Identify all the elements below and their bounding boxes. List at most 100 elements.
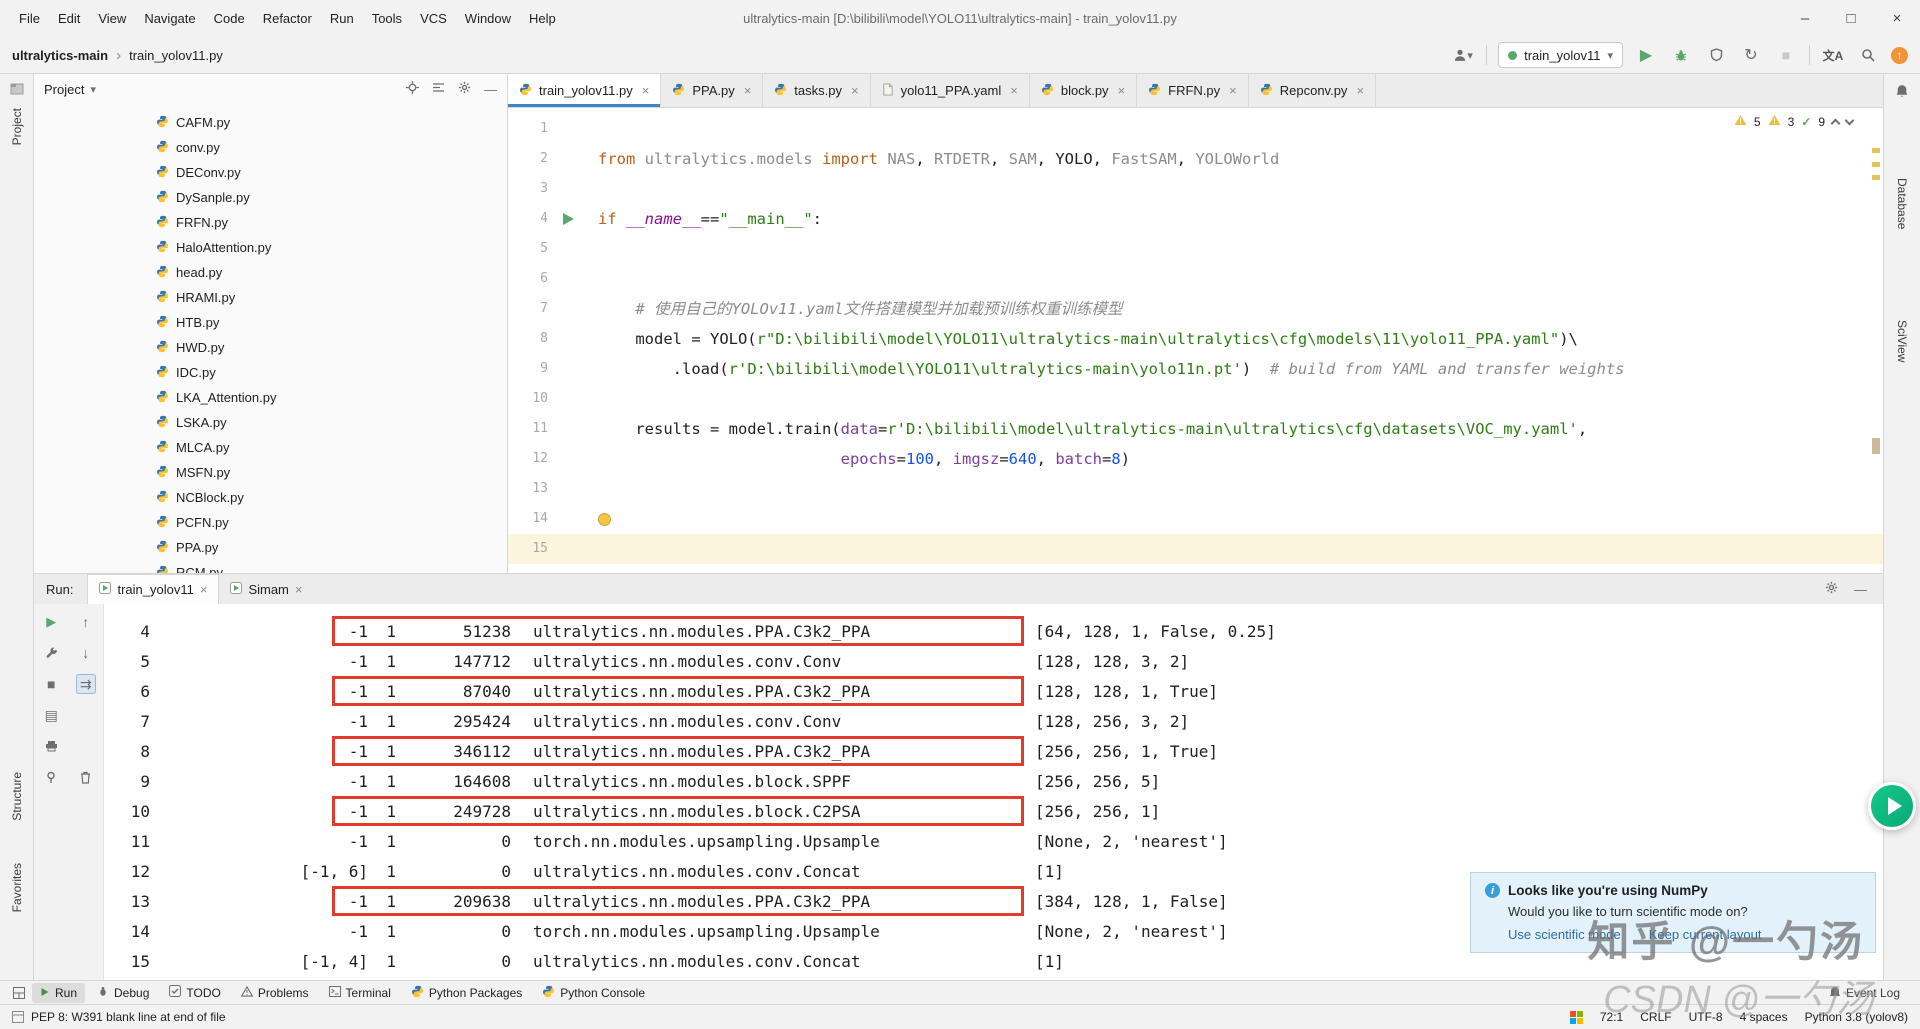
code-line-12[interactable]: 12 epochs=100, imgsz=640, batch=8) <box>508 444 1883 474</box>
tree-item-ncblock-py[interactable]: NCBlock.py <box>34 485 507 510</box>
settings-icon[interactable] <box>458 81 471 97</box>
statusbar-toolwindow-icon[interactable] <box>12 1011 24 1023</box>
tree-item-htb-py[interactable]: HTB.py <box>34 310 507 335</box>
code-line-2[interactable]: 2 from ultralytics.models import NAS, RTD… <box>508 144 1883 174</box>
code-line-4[interactable]: 4 if __name__=="__main__": <box>508 204 1883 234</box>
toolwindow-button-todo[interactable]: TODO <box>161 983 228 1003</box>
code-line-6[interactable]: 6 <box>508 264 1883 294</box>
restore-layout-icon[interactable]: ▤ <box>41 705 61 725</box>
run-settings-icon[interactable] <box>1825 581 1838 597</box>
tree-item-head-py[interactable]: head.py <box>34 260 507 285</box>
stripe-warning-mark[interactable] <box>1872 175 1880 180</box>
error-stripe[interactable] <box>1869 108 1883 573</box>
pin-tab-icon[interactable] <box>41 767 61 787</box>
rerun-button[interactable]: ▶ <box>41 612 61 632</box>
tree-item-rcm-py[interactable]: RCM.py <box>34 560 507 573</box>
print-icon[interactable] <box>41 736 61 756</box>
rerun-icon[interactable]: ↻ <box>1739 43 1763 67</box>
run-tab-simam[interactable]: Simam × <box>219 574 313 604</box>
tab-train_yolov11-py[interactable]: train_yolov11.py × <box>508 74 662 107</box>
settings-icon[interactable] <box>41 643 61 663</box>
sidebar-item-favorites[interactable]: Favorites <box>10 863 24 912</box>
sidebar-item-project[interactable]: Project <box>10 108 24 145</box>
tree-item-frfn-py[interactable]: FRFN.py <box>34 210 507 235</box>
locate-file-icon[interactable] <box>406 81 419 97</box>
project-toolwindow-icon[interactable] <box>10 82 24 99</box>
next-occurrence-icon[interactable]: ↓ <box>76 643 96 663</box>
notifications-bell-icon[interactable] <box>1896 84 1909 101</box>
code-line-15[interactable]: 15 <box>508 534 1883 564</box>
toolwindow-button-python-console[interactable]: Python Console <box>534 983 653 1003</box>
tree-item-deconv-py[interactable]: DEConv.py <box>34 160 507 185</box>
menu-window[interactable]: Window <box>456 0 520 37</box>
code-line-10[interactable]: 10 <box>508 384 1883 414</box>
sidebar-item-database[interactable]: Database <box>1895 178 1909 229</box>
toolwindow-button-problems[interactable]: Problems <box>233 983 317 1003</box>
inspections-widget[interactable]: 5 3 ✓ 9 <box>1729 113 1857 130</box>
run-tab-train_yolov11[interactable]: train_yolov11 × <box>87 574 220 604</box>
close-tab-icon[interactable]: × <box>744 83 752 98</box>
project-panel-title[interactable]: Project <box>44 82 84 97</box>
stripe-warning-mark[interactable] <box>1872 148 1880 153</box>
tree-item-haloattention-py[interactable]: HaloAttention.py <box>34 235 507 260</box>
tree-item-pcfn-py[interactable]: PCFN.py <box>34 510 507 535</box>
close-tab-icon[interactable]: × <box>1118 83 1126 98</box>
close-tab-icon[interactable]: × <box>851 83 859 98</box>
tree-item-cafm-py[interactable]: CAFM.py <box>34 110 507 135</box>
code-line-5[interactable]: 5 <box>508 234 1883 264</box>
search-everywhere-icon[interactable] <box>1856 43 1880 67</box>
tree-item-mlca-py[interactable]: MLCA.py <box>34 435 507 460</box>
profile-icon[interactable]: ▾ <box>1451 43 1475 67</box>
code-line-13[interactable]: 13 <box>508 474 1883 504</box>
soft-wrap-icon[interactable]: ⇉ <box>75 674 96 694</box>
maximize-button[interactable]: □ <box>1828 0 1874 37</box>
toolwindow-button-run[interactable]: Run <box>32 982 86 1003</box>
close-tab-icon[interactable]: × <box>1229 83 1237 98</box>
colored-grid-icon[interactable] <box>1569 1010 1583 1024</box>
code-line-1[interactable]: 1 <box>508 114 1883 144</box>
stripe-warning-mark[interactable] <box>1872 162 1880 167</box>
menu-vcs[interactable]: VCS <box>411 0 456 37</box>
menu-help[interactable]: Help <box>520 0 565 37</box>
menu-run[interactable]: Run <box>321 0 363 37</box>
hide-run-panel-icon[interactable]: — <box>1854 582 1867 597</box>
floating-action-button[interactable] <box>1868 782 1916 830</box>
code-line-3[interactable]: 3 <box>508 174 1883 204</box>
tree-item-lska-py[interactable]: LSKA.py <box>34 410 507 435</box>
close-tab-icon[interactable]: × <box>295 582 303 597</box>
menu-navigate[interactable]: Navigate <box>135 0 204 37</box>
translate-icon[interactable]: 文A <box>1821 43 1845 67</box>
tree-item-hrami-py[interactable]: HRAMI.py <box>34 285 507 310</box>
hide-panel-icon[interactable]: — <box>484 82 497 97</box>
tree-item-dysanple-py[interactable]: DySanple.py <box>34 185 507 210</box>
close-tab-icon[interactable]: × <box>200 582 208 597</box>
menu-file[interactable]: File <box>10 0 49 37</box>
update-notification-icon[interactable]: ↑ <box>1891 46 1908 64</box>
code-line-11[interactable]: 11 results = model.train(data=r'D:\bilib… <box>508 414 1883 444</box>
run-line-icon[interactable] <box>563 213 574 225</box>
breadcrumb-file[interactable]: train_yolov11.py <box>129 48 223 63</box>
code-line-9[interactable]: 9 .load(r'D:\bilibili\model\YOLO11\ultra… <box>508 354 1883 384</box>
tree-item-ppa-py[interactable]: PPA.py <box>34 535 507 560</box>
menu-view[interactable]: View <box>89 0 135 37</box>
prev-occurrence-icon[interactable]: ↑ <box>76 612 96 632</box>
tab-block-py[interactable]: block.py × <box>1030 74 1138 107</box>
close-tab-icon[interactable]: × <box>642 83 650 98</box>
previous-issue-icon[interactable] <box>1830 118 1841 128</box>
toolwindow-button-python-packages[interactable]: Python Packages <box>403 983 530 1003</box>
collapse-all-icon[interactable] <box>432 81 445 97</box>
coverage-button[interactable] <box>1704 43 1728 67</box>
status-message[interactable]: PEP 8: W391 blank line at end of file <box>31 1010 226 1024</box>
close-tab-icon[interactable]: × <box>1010 83 1018 98</box>
tool-windows-icon[interactable] <box>10 984 28 1002</box>
close-button[interactable]: × <box>1874 0 1920 37</box>
clear-all-icon[interactable] <box>76 767 96 787</box>
menu-refactor[interactable]: Refactor <box>254 0 321 37</box>
breadcrumb-project[interactable]: ultralytics-main <box>12 48 108 63</box>
run-button[interactable]: ▶ <box>1634 43 1658 67</box>
intention-bulb-icon[interactable] <box>598 513 611 526</box>
tab-tasks-py[interactable]: tasks.py × <box>763 74 871 107</box>
menu-code[interactable]: Code <box>205 0 254 37</box>
menu-edit[interactable]: Edit <box>49 0 89 37</box>
toolwindow-button-terminal[interactable]: Terminal <box>321 983 399 1003</box>
